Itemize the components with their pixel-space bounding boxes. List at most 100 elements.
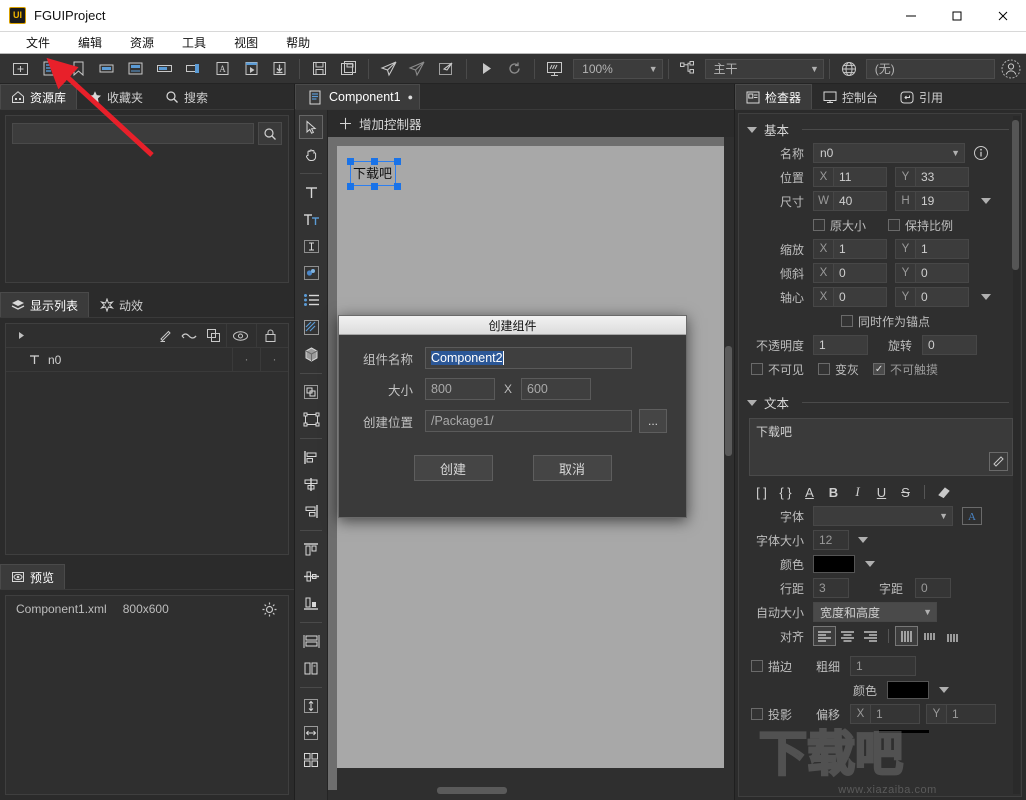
line-spacing-input[interactable]: 3 xyxy=(813,578,849,598)
scale-y-input[interactable]: 1 xyxy=(915,239,969,259)
font-color-icon[interactable]: A xyxy=(799,482,820,502)
refresh-icon[interactable] xyxy=(502,57,527,81)
save-all-icon[interactable] xyxy=(336,57,361,81)
stroke-color-chevron-icon[interactable] xyxy=(939,687,949,693)
distribute-vertical-icon[interactable] xyxy=(299,629,323,653)
account-icon[interactable] xyxy=(999,57,1024,81)
letter-spacing-input[interactable]: 0 xyxy=(915,578,951,598)
graph-icon[interactable] xyxy=(299,315,323,339)
search-input[interactable] xyxy=(12,123,254,144)
new-component-icon[interactable] xyxy=(37,57,62,81)
stroke-color-swatch[interactable] xyxy=(887,681,929,699)
stage-horizontal-scrollbar[interactable] xyxy=(337,787,724,794)
pointer-icon[interactable] xyxy=(299,115,323,139)
transform-icon[interactable] xyxy=(299,407,323,431)
publish-icon[interactable] xyxy=(376,57,401,81)
menu-help[interactable]: 帮助 xyxy=(272,32,324,53)
save-icon[interactable] xyxy=(307,57,332,81)
checkbox-stroke[interactable]: 描边 xyxy=(751,658,792,675)
shadow-x-input[interactable]: 1 xyxy=(870,704,921,724)
publish-settings-icon[interactable] xyxy=(434,57,459,81)
color-chevron-icon[interactable] xyxy=(865,561,875,567)
globe-icon[interactable] xyxy=(837,57,862,81)
tab-display-list[interactable]: 显示列表 xyxy=(0,292,90,317)
menu-tools[interactable]: 工具 xyxy=(168,32,220,53)
tab-reference[interactable]: 引用 xyxy=(889,84,954,109)
strikethrough-icon[interactable]: S xyxy=(895,482,916,502)
scale-x-input[interactable]: 1 xyxy=(833,239,887,259)
branch-icon[interactable] xyxy=(676,57,701,81)
underline-icon[interactable]: U xyxy=(871,482,892,502)
align-top-icon[interactable] xyxy=(299,537,323,561)
skew-y-input[interactable]: 0 xyxy=(915,263,969,283)
size-h-input[interactable]: 19 xyxy=(915,191,969,211)
checkbox-original-size[interactable]: 原大小 xyxy=(813,217,866,234)
bold-icon[interactable]: B xyxy=(823,482,844,502)
tab-preview[interactable]: 预览 xyxy=(0,564,66,589)
stage-vertical-scrollbar[interactable] xyxy=(725,146,732,768)
dialog-name-input[interactable]: Component2 xyxy=(425,347,632,369)
brackets-square-icon[interactable]: [ ] xyxy=(751,482,772,502)
tab-inspector[interactable]: 检查器 xyxy=(735,84,813,109)
text-tool-icon[interactable] xyxy=(299,180,323,204)
stage-hscroll-thumb[interactable] xyxy=(437,787,507,794)
autosize-combo[interactable]: 宽度和高度 ▼ xyxy=(813,602,937,622)
import-icon[interactable] xyxy=(268,57,293,81)
checkbox-shadow[interactable]: 投影 xyxy=(751,706,792,723)
minimize-button[interactable] xyxy=(888,0,934,32)
search-button[interactable] xyxy=(258,122,282,145)
hand-icon[interactable] xyxy=(299,142,323,166)
inspector-scrollbar[interactable] xyxy=(1012,116,1020,794)
new-button-icon[interactable] xyxy=(95,57,120,81)
align-center-icon[interactable] xyxy=(299,472,323,496)
component-icon[interactable] xyxy=(299,380,323,404)
align-h-center-button[interactable] xyxy=(836,626,859,646)
position-y-input[interactable]: 33 xyxy=(915,167,969,187)
gear-icon[interactable] xyxy=(261,601,278,618)
pivot-x-input[interactable]: 0 xyxy=(833,287,887,307)
checkbox-keep-ratio[interactable]: 保持比例 xyxy=(888,217,953,234)
tree-lock-toggle[interactable]: · xyxy=(260,348,288,371)
tab-favorites[interactable]: 收藏夹 xyxy=(77,84,154,109)
align-h-right-button[interactable] xyxy=(859,626,882,646)
font-size-input[interactable]: 12 xyxy=(813,530,849,550)
menu-view[interactable]: 视图 xyxy=(220,32,272,53)
skew-x-input[interactable]: 0 xyxy=(833,263,887,283)
expand-arrow-icon[interactable] xyxy=(10,326,32,346)
new-movieclip-icon[interactable] xyxy=(239,57,264,81)
stroke-size-input[interactable]: 1 xyxy=(850,656,917,676)
resize-handle-bc[interactable] xyxy=(371,183,378,190)
library-item-list[interactable] xyxy=(6,151,288,266)
pivot-y-input[interactable]: 0 xyxy=(915,287,969,307)
section-text-header[interactable]: 文本 xyxy=(739,387,1021,414)
new-font-icon[interactable]: A xyxy=(210,57,235,81)
font-picker-icon[interactable]: A xyxy=(962,507,982,525)
align-v-bottom-button[interactable] xyxy=(941,626,964,646)
new-slider-icon[interactable] xyxy=(181,57,206,81)
align-right-icon[interactable] xyxy=(299,499,323,523)
copy-icon[interactable] xyxy=(202,326,224,346)
checkbox-anchor[interactable]: 同时作为锚点 xyxy=(841,313,930,330)
tab-library[interactable]: 资源库 xyxy=(0,84,78,109)
font-size-chevron-icon[interactable] xyxy=(858,537,868,543)
same-width-icon[interactable] xyxy=(299,721,323,745)
close-button[interactable] xyxy=(980,0,1026,32)
tab-component1[interactable]: Component1 ● xyxy=(295,84,420,109)
pencil-icon[interactable] xyxy=(154,326,176,346)
controller-bar[interactable]: ＋ 增加控制器 xyxy=(328,110,734,137)
tab-transitions[interactable]: 动效 xyxy=(89,292,154,317)
resize-handle-tl[interactable] xyxy=(347,158,354,165)
dialog-location-input[interactable]: /Package1/ xyxy=(425,410,632,432)
inspector-scroll-thumb[interactable] xyxy=(1012,120,1019,270)
checkbox-untouchable[interactable]: ✓ 不可触摸 xyxy=(873,361,938,378)
shadow-y-input[interactable]: 1 xyxy=(946,704,997,724)
preview-device-icon[interactable] xyxy=(542,57,567,81)
dialog-height-input[interactable]: 600 xyxy=(521,378,591,400)
position-x-input[interactable]: 11 xyxy=(833,167,887,187)
brackets-curly-icon[interactable]: { } xyxy=(775,482,796,502)
run-icon[interactable] xyxy=(474,57,499,81)
publish-target-combo[interactable]: (无) xyxy=(865,58,996,79)
resize-handle-tr[interactable] xyxy=(394,158,401,165)
eraser-icon[interactable] xyxy=(933,482,954,502)
input-text-icon[interactable] xyxy=(299,234,323,258)
